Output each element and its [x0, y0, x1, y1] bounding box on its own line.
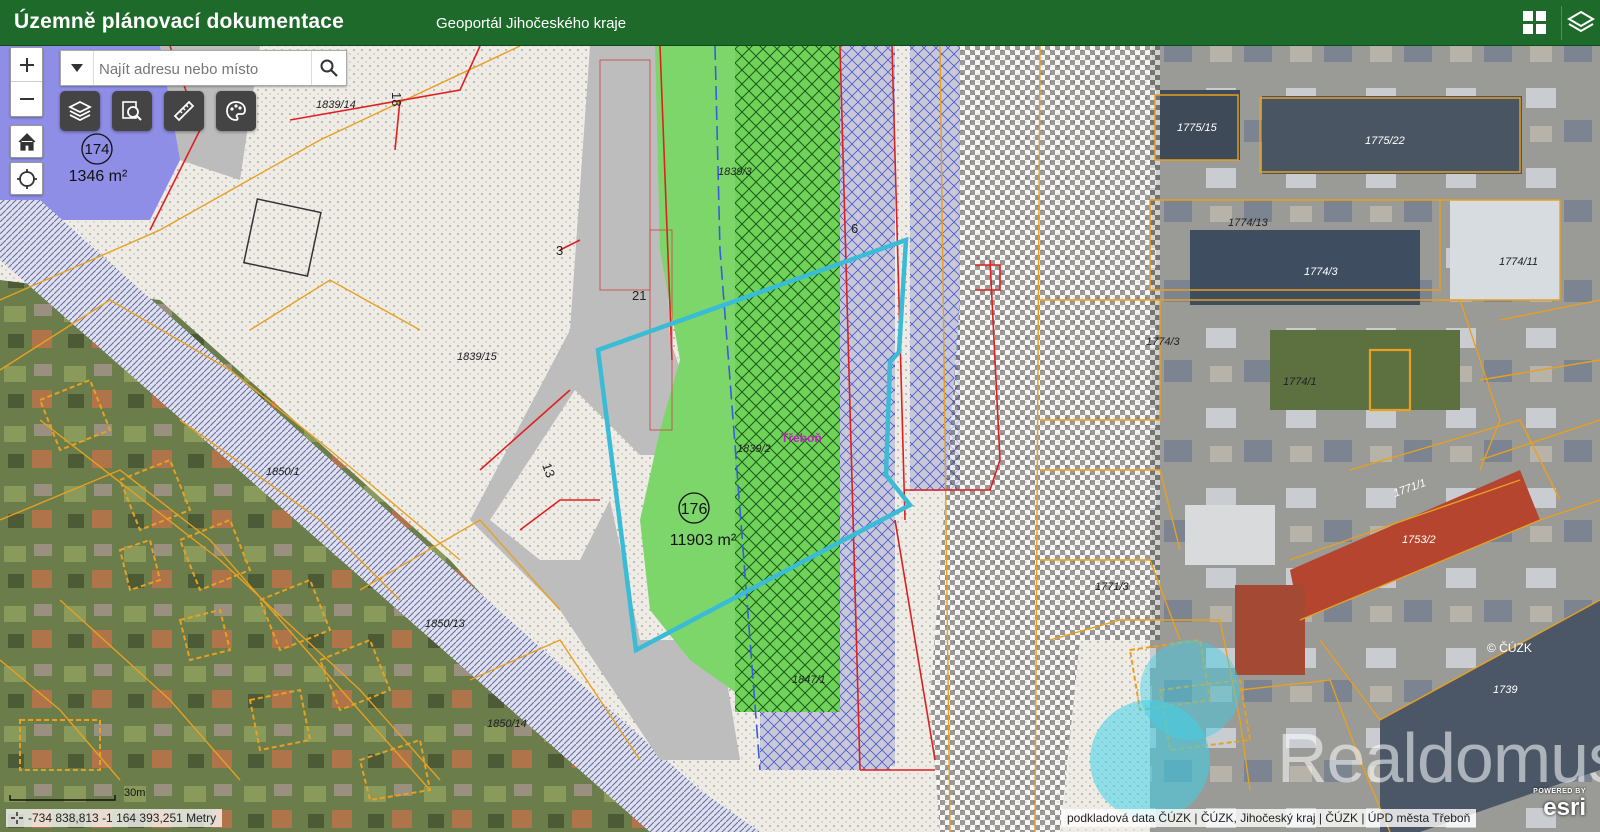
grid-apps-button[interactable] — [1518, 6, 1552, 40]
parcel-label: 1774/3 — [1146, 336, 1181, 348]
app-subtitle[interactable]: Geoportál Jihočeského kraje — [436, 15, 626, 32]
home-icon — [18, 132, 35, 151]
parcel-label: 21 — [632, 288, 646, 303]
measure-button[interactable] — [164, 91, 204, 131]
search-input[interactable] — [97, 57, 311, 81]
layers-panel-button[interactable] — [1564, 6, 1598, 40]
layers-icon — [1567, 10, 1595, 33]
layers-icon — [68, 100, 92, 122]
place-label-trebon: Třeboň — [781, 431, 822, 445]
parcel-label: 1739 — [1493, 684, 1517, 696]
search-button[interactable] — [311, 51, 346, 85]
parcel-label: 1774/3 — [1304, 266, 1339, 278]
parcel-label: 18 — [389, 92, 404, 106]
parcel-label: 1839/3 — [718, 166, 753, 178]
zone-176-number: 176 — [681, 501, 708, 518]
search-source-dropdown[interactable] — [61, 51, 94, 85]
map-attribution[interactable]: podkladová data ČÚZK | ČÚZK, Jihočeský k… — [1061, 809, 1477, 827]
parcel-label: 3 — [556, 243, 563, 258]
header-separator — [1561, 6, 1562, 40]
parcel-label: 1775/15 — [1177, 122, 1218, 134]
coordinates-readout: -734 838,813 -1 164 393,251 Metry — [6, 809, 223, 827]
app-title: Územně plánovací dokumentace — [14, 10, 345, 33]
crosshair-icon — [11, 812, 23, 824]
search-widget — [60, 50, 347, 86]
identify-button[interactable] — [112, 91, 152, 131]
parcel-label: 1839/15 — [457, 351, 498, 363]
locate-button[interactable] — [10, 162, 43, 195]
home-button[interactable] — [10, 125, 43, 158]
map-view[interactable]: 174 1346 m² 176 11903 m² Třeboň 1839/14 … — [0, 46, 1600, 832]
parcel-label: 1839/2 — [737, 443, 771, 455]
parcel-label: 1753/2 — [1402, 534, 1436, 546]
parcel-label: 1847/1 — [792, 674, 826, 686]
cuzk-map-label: © ČÚZK — [1487, 640, 1532, 655]
chevron-down-icon — [71, 64, 83, 72]
ruler-icon — [173, 100, 195, 122]
minus-icon — [19, 97, 34, 100]
coordinates-text: -734 838,813 -1 164 393,251 Metry — [28, 811, 217, 825]
parcel-label: 1774/13 — [1228, 217, 1269, 229]
layer-list-button[interactable] — [60, 91, 100, 131]
parcel-label: 1839/14 — [316, 99, 356, 111]
parcel-label: 1774/11 — [1499, 256, 1538, 268]
zone-174-area: 1346 m² — [69, 168, 128, 185]
zoom-out-button[interactable] — [11, 81, 42, 115]
zoom-in-button[interactable] — [11, 48, 42, 81]
grid-icon — [1523, 11, 1546, 34]
app-header: Územně plánovací dokumentace Geoportál J… — [0, 0, 1600, 46]
locate-icon — [16, 168, 37, 189]
zone-176-area: 11903 m² — [670, 532, 737, 549]
parcel-label: 1771/3 — [1095, 581, 1130, 593]
zone-174-number: 174 — [84, 141, 109, 158]
plus-icon — [19, 57, 34, 72]
parcel-label: 1850/13 — [425, 618, 466, 630]
parcel-label: 6 — [851, 221, 858, 236]
parcel-label: 1775/22 — [1365, 135, 1405, 147]
basemap-gallery-button[interactable] — [216, 91, 256, 131]
palette-icon — [226, 101, 246, 121]
parcel-label: 1850/1 — [266, 466, 300, 478]
map-canvas[interactable]: 174 1346 m² 176 11903 m² Třeboň 1839/14 … — [0, 46, 1600, 832]
zoom-controls — [10, 47, 43, 117]
identify-icon — [122, 101, 142, 121]
parcel-label: 1850/14 — [487, 718, 527, 730]
parcel-label: 1774/1 — [1283, 376, 1317, 388]
esri-wordmark: esri — [1543, 794, 1586, 821]
esri-logo[interactable]: POWERED BY esri — [1526, 786, 1592, 826]
search-icon — [320, 59, 338, 77]
scale-label: 30m — [124, 787, 145, 799]
